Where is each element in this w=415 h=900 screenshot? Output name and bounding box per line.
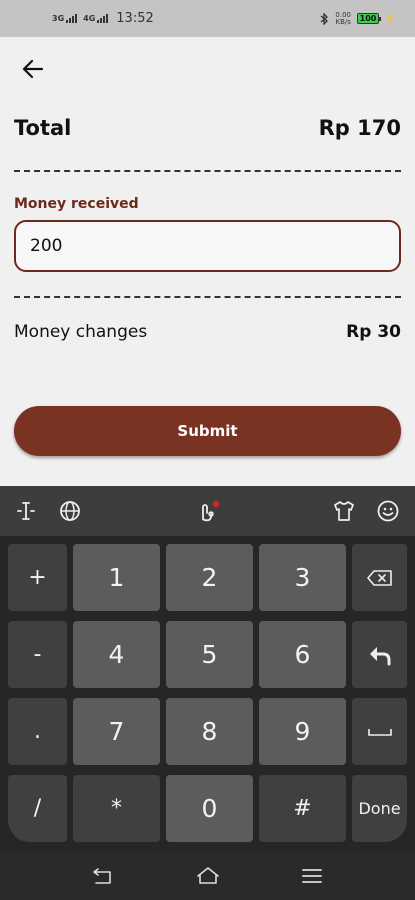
text-cursor-icon[interactable] (14, 499, 38, 523)
money-received-label: Money received (14, 196, 139, 212)
money-changes-value: Rp 30 (346, 322, 401, 342)
network-type-2: 4G (83, 14, 96, 23)
network-speed: 0.00 KB/s (335, 11, 351, 26)
speed-unit: KB/s (335, 17, 351, 26)
battery-icon: 100 (357, 13, 381, 24)
status-bar: 3G 4G 13:52 0.00 KB/s 100 (0, 0, 415, 37)
back-icon[interactable] (90, 864, 116, 888)
total-row: Total Rp 170 (14, 116, 401, 140)
signal-icon: 4G (83, 14, 109, 23)
total-value: Rp 170 (318, 116, 401, 140)
total-label: Total (14, 116, 72, 140)
key-1[interactable]: 1 (73, 544, 160, 611)
signal-icon: 3G (52, 14, 78, 23)
dashed-divider (14, 296, 401, 298)
swipe-gesture-icon[interactable] (195, 499, 219, 523)
enter-key[interactable] (352, 621, 407, 688)
theme-shirt-icon[interactable] (332, 499, 356, 523)
space-icon (367, 728, 392, 736)
key-6[interactable]: 6 (259, 621, 346, 688)
keyboard-toolbar (0, 486, 415, 536)
menu-icon[interactable] (299, 864, 325, 888)
arrow-left-icon[interactable] (20, 56, 46, 82)
key-4[interactable]: 4 (73, 621, 160, 688)
key-8[interactable]: 8 (166, 698, 253, 765)
bluetooth-icon (320, 12, 329, 25)
key-hash[interactable]: # (259, 775, 346, 842)
status-time: 13:52 (116, 11, 154, 26)
money-changes-row: Money changes Rp 30 (14, 322, 401, 342)
enter-return-icon (369, 646, 390, 665)
money-changes-label: Money changes (14, 322, 148, 342)
space-key[interactable] (352, 698, 407, 765)
key-slash[interactable]: / (8, 775, 67, 842)
key-minus[interactable]: - (8, 621, 67, 688)
key-3[interactable]: 3 (259, 544, 346, 611)
backspace-icon (366, 569, 392, 586)
network-type-1: 3G (52, 14, 65, 23)
system-navigation-bar (0, 852, 415, 900)
backspace-key[interactable] (352, 544, 407, 611)
key-2[interactable]: 2 (166, 544, 253, 611)
key-0[interactable]: 0 (166, 775, 253, 842)
dashed-divider (14, 170, 401, 172)
key-dot[interactable]: . (8, 698, 67, 765)
home-icon[interactable] (195, 864, 221, 888)
done-key[interactable]: Done (352, 775, 407, 842)
key-7[interactable]: 7 (73, 698, 160, 765)
key-star[interactable]: * (73, 775, 160, 842)
key-5[interactable]: 5 (166, 621, 253, 688)
key-9[interactable]: 9 (259, 698, 346, 765)
globe-icon[interactable] (58, 499, 82, 523)
money-received-input[interactable] (14, 220, 401, 272)
charging-icon (386, 11, 394, 26)
numeric-keyboard: + 1 2 3 - 4 5 6 . 7 8 9 / * 0 # Done (0, 486, 415, 852)
emoji-icon[interactable] (376, 499, 400, 523)
submit-button[interactable]: Submit (14, 406, 401, 456)
key-plus[interactable]: + (8, 544, 67, 611)
